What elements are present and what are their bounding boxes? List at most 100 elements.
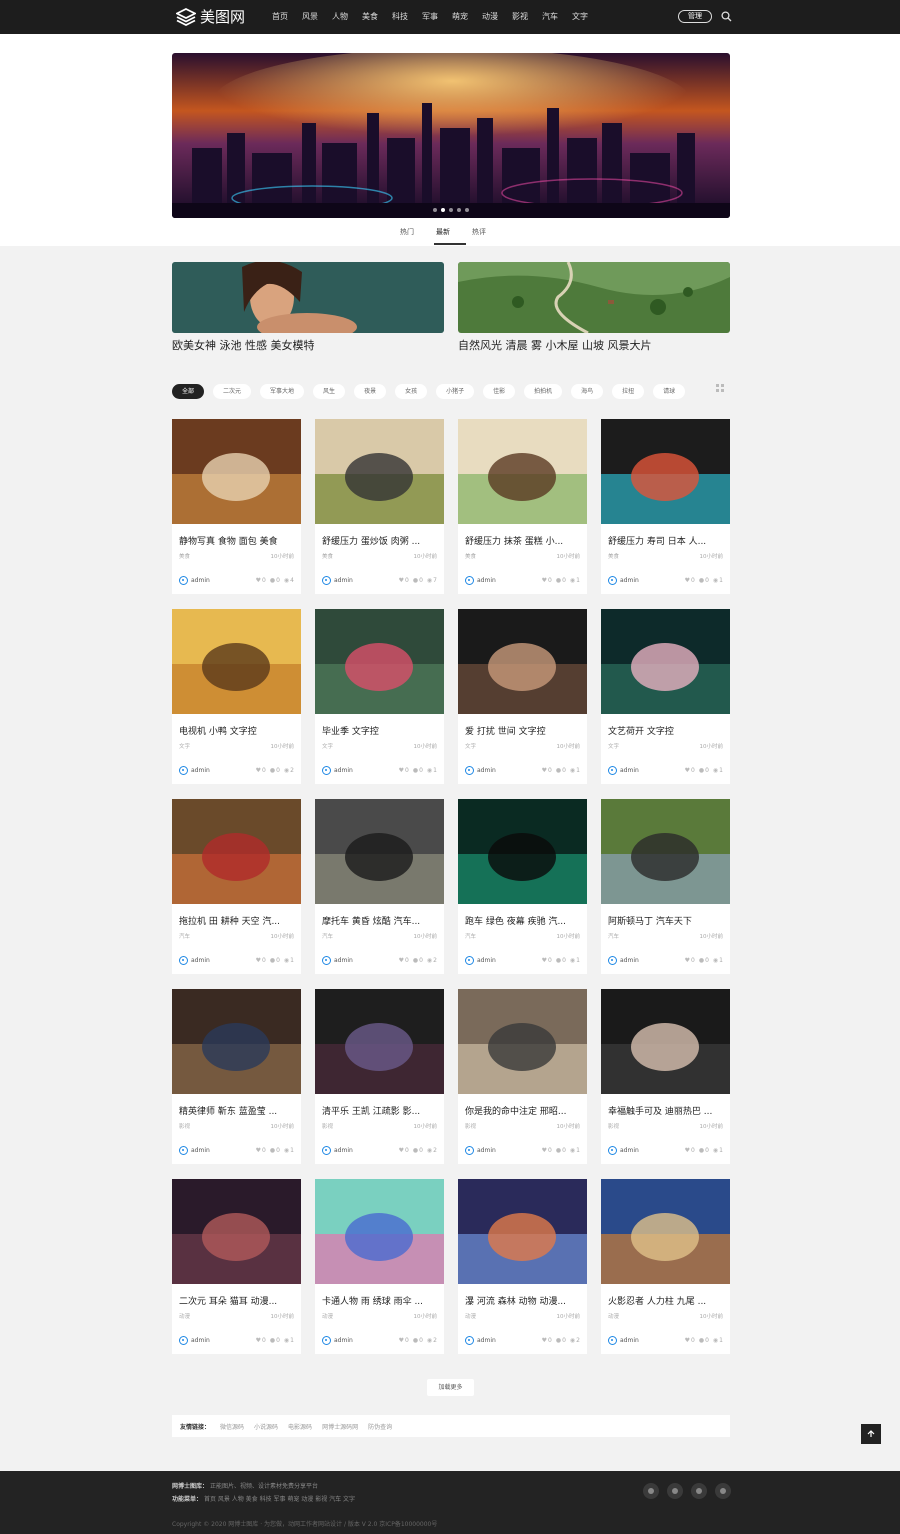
post-author[interactable]: admin xyxy=(322,1336,353,1345)
post-author[interactable]: admin xyxy=(608,1336,639,1345)
likes-stat[interactable]: ♥0 xyxy=(256,766,266,775)
post-title[interactable]: 摩托车 黄昏 炫酷 汽车... xyxy=(322,916,440,928)
post-title[interactable]: 毕业季 文字控 xyxy=(322,726,440,738)
manage-button[interactable]: 管理 xyxy=(678,10,712,23)
chip-category[interactable]: 小猪子 xyxy=(436,384,475,399)
post-title[interactable]: 拖拉机 田 耕种 天空 汽... xyxy=(179,916,297,928)
wechat-icon[interactable] xyxy=(643,1483,659,1499)
post-card[interactable]: 卡通人物 雨 绣球 雨伞 ... 动漫 10小时前 admin ♥0 ●0 ◉2 xyxy=(315,1179,444,1354)
post-thumbnail[interactable] xyxy=(601,1179,730,1284)
friend-link[interactable]: 网博士源码网 xyxy=(322,1422,358,1431)
post-category[interactable]: 文字 xyxy=(465,743,476,751)
likes-stat[interactable]: ♥0 xyxy=(399,766,409,775)
author-name[interactable]: admin xyxy=(334,1336,353,1345)
post-category[interactable]: 汽车 xyxy=(179,933,190,941)
post-card[interactable]: 火影忍者 人力柱 九尾 ... 动漫 10小时前 admin ♥0 ●0 ◉1 xyxy=(601,1179,730,1354)
nav-item-text[interactable]: 文字 xyxy=(572,10,588,24)
nav-item-people[interactable]: 人物 xyxy=(332,10,348,24)
likes-stat[interactable]: ♥0 xyxy=(542,576,552,585)
author-name[interactable]: admin xyxy=(477,576,496,585)
tab-latest[interactable]: 最新 xyxy=(436,226,450,238)
search-icon[interactable] xyxy=(721,11,732,22)
grid-view-icon[interactable] xyxy=(716,384,724,392)
carousel-dot[interactable] xyxy=(457,208,461,212)
post-category[interactable]: 动漫 xyxy=(322,1313,333,1321)
author-name[interactable]: admin xyxy=(477,766,496,775)
carousel-dot-active[interactable] xyxy=(441,208,445,212)
post-title[interactable]: 清平乐 王凯 江疏影 影... xyxy=(322,1106,440,1118)
post-author[interactable]: admin xyxy=(179,766,210,775)
chip-category[interactable]: 拉扭 xyxy=(612,384,645,399)
chip-category[interactable]: 佳影 xyxy=(483,384,516,399)
post-author[interactable]: admin xyxy=(322,956,353,965)
author-name[interactable]: admin xyxy=(620,1146,639,1155)
author-name[interactable]: admin xyxy=(477,1336,496,1345)
post-card[interactable]: 毕业季 文字控 文字 10小时前 admin ♥0 ●0 ◉1 xyxy=(315,609,444,784)
post-thumbnail[interactable] xyxy=(601,989,730,1094)
chip-category[interactable]: 夜景 xyxy=(354,384,387,399)
post-category[interactable]: 汽车 xyxy=(322,933,333,941)
post-title[interactable]: 你是我的命中注定 邢昭... xyxy=(465,1106,583,1118)
post-thumbnail[interactable] xyxy=(315,1179,444,1284)
post-title[interactable]: 文艺荷开 文字控 xyxy=(608,726,726,738)
post-thumbnail[interactable] xyxy=(458,609,587,714)
post-card[interactable]: 电视机 小鸭 文字控 文字 10小时前 admin ♥0 ●0 ◉2 xyxy=(172,609,301,784)
post-author[interactable]: admin xyxy=(608,576,639,585)
post-author[interactable]: admin xyxy=(322,576,353,585)
post-thumbnail[interactable] xyxy=(458,799,587,904)
post-thumbnail[interactable] xyxy=(172,419,301,524)
post-category[interactable]: 文字 xyxy=(322,743,333,751)
tab-comments[interactable]: 热评 xyxy=(472,226,486,238)
post-card[interactable]: 文艺荷开 文字控 文字 10小时前 admin ♥0 ●0 ◉1 xyxy=(601,609,730,784)
post-thumbnail[interactable] xyxy=(601,799,730,904)
post-author[interactable]: admin xyxy=(608,766,639,775)
nav-item-military[interactable]: 军事 xyxy=(422,10,438,24)
post-card[interactable]: 舒缓压力 抹茶 蛋糕 小... 美食 10小时前 admin ♥0 ●0 ◉1 xyxy=(458,419,587,594)
post-thumbnail[interactable] xyxy=(601,419,730,524)
post-category[interactable]: 美食 xyxy=(608,553,619,561)
post-card[interactable]: 舒缓压力 寿司 日本 人... 美食 10小时前 admin ♥0 ●0 ◉1 xyxy=(601,419,730,594)
carousel-dot[interactable] xyxy=(433,208,437,212)
tab-hot[interactable]: 热门 xyxy=(400,226,414,238)
carousel-dot[interactable] xyxy=(449,208,453,212)
post-author[interactable]: admin xyxy=(608,956,639,965)
author-name[interactable]: admin xyxy=(334,576,353,585)
post-card[interactable]: 瀑 河流 森林 动物 动漫... 动漫 10小时前 admin ♥0 ●0 ◉2 xyxy=(458,1179,587,1354)
post-category[interactable]: 汽车 xyxy=(608,933,619,941)
post-thumbnail[interactable] xyxy=(172,799,301,904)
post-title[interactable]: 精英律师 靳东 蓝盈莹 ... xyxy=(179,1106,297,1118)
post-card[interactable]: 静物写真 食物 面包 美食 美食 10小时前 admin ♥0 ●0 ◉4 xyxy=(172,419,301,594)
post-author[interactable]: admin xyxy=(465,956,496,965)
post-card[interactable]: 幸福触手可及 迪丽热巴 ... 影视 10小时前 admin ♥0 ●0 ◉1 xyxy=(601,989,730,1164)
chip-category[interactable]: 海鸟 xyxy=(571,384,604,399)
friend-link[interactable]: 微信源码 xyxy=(220,1422,244,1431)
nav-item-food[interactable]: 美食 xyxy=(362,10,378,24)
post-author[interactable]: admin xyxy=(322,766,353,775)
post-title[interactable]: 舒缓压力 寿司 日本 人... xyxy=(608,536,726,548)
nav-item-pets[interactable]: 萌宠 xyxy=(452,10,468,24)
nav-item-film[interactable]: 影视 xyxy=(512,10,528,24)
nav-item-scenery[interactable]: 风景 xyxy=(302,10,318,24)
likes-stat[interactable]: ♥0 xyxy=(256,1146,266,1155)
likes-stat[interactable]: ♥0 xyxy=(542,766,552,775)
friend-link[interactable]: 小说源码 xyxy=(254,1422,278,1431)
post-category[interactable]: 动漫 xyxy=(179,1313,190,1321)
author-name[interactable]: admin xyxy=(191,766,210,775)
nav-item-cars[interactable]: 汽车 xyxy=(542,10,558,24)
post-title[interactable]: 二次元 耳朵 猫耳 动漫... xyxy=(179,1296,297,1308)
post-thumbnail[interactable] xyxy=(172,989,301,1094)
featured-post[interactable]: 欧美女神 泳池 性感 美女模特 xyxy=(172,262,444,353)
post-thumbnail[interactable] xyxy=(458,989,587,1094)
likes-stat[interactable]: ♥0 xyxy=(399,576,409,585)
banner-carousel[interactable] xyxy=(172,53,730,218)
post-category[interactable]: 美食 xyxy=(465,553,476,561)
chip-category[interactable]: 拍拍机 xyxy=(524,384,563,399)
author-name[interactable]: admin xyxy=(620,766,639,775)
chip-category[interactable]: 二次元 xyxy=(213,384,252,399)
post-title[interactable]: 静物写真 食物 面包 美食 xyxy=(179,536,297,548)
qq-icon[interactable] xyxy=(691,1483,707,1499)
likes-stat[interactable]: ♥0 xyxy=(256,576,266,585)
chip-category[interactable]: 军事大地 xyxy=(260,384,305,399)
rss-icon[interactable] xyxy=(715,1483,731,1499)
friend-link[interactable]: 防伪查询 xyxy=(368,1422,392,1431)
